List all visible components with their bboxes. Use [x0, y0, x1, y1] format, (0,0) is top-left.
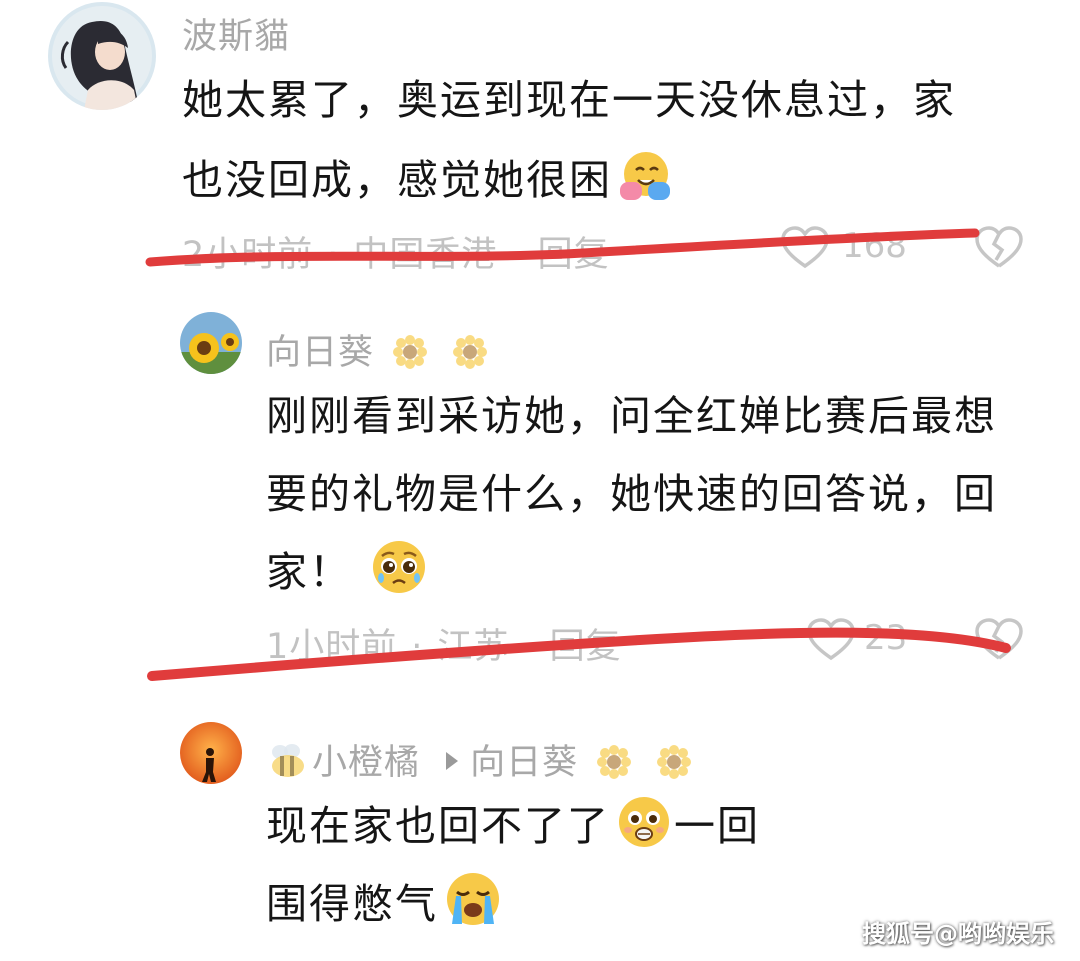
hugging-face-emoji: [616, 148, 672, 230]
comment-text-line: 围得憋气: [266, 864, 502, 954]
avatar-sunflower[interactable]: [180, 312, 242, 374]
dislike-broken-heart-icon[interactable]: [974, 618, 1024, 662]
comment-meta: 1小时前 · 江苏 · 回复: [266, 627, 622, 667]
comment-text-line: 现在家也回不了了 一回: [266, 786, 760, 876]
anxious-face-emoji: [616, 794, 672, 876]
reply-to-username[interactable]: 向日葵: [470, 743, 578, 783]
dislike-broken-heart-icon[interactable]: [974, 226, 1024, 270]
like-button[interactable]: 168: [780, 224, 910, 272]
comment-text-line: 也没回成，感觉她很困: [182, 140, 672, 230]
comment-text-line: 家！: [266, 532, 428, 622]
comment-text: 家！: [266, 548, 352, 596]
avatar-girl[interactable]: [48, 2, 156, 110]
sunflower-emoji: [393, 335, 428, 369]
pleading-face-emoji: [370, 538, 428, 622]
username-line: 向日葵: [266, 324, 488, 375]
comment-time: 2小时前: [182, 235, 314, 275]
comment-location: 中国香港: [353, 235, 498, 275]
sunflower-emoji: [597, 745, 632, 779]
comment-text-line: 刚刚看到采访她，问全红婵比赛后最想: [266, 392, 997, 440]
reply-button[interactable]: 回复: [538, 235, 610, 275]
like-count: 23: [864, 618, 908, 658]
comment-text-line: 她太累了，奥运到现在一天没休息过，家: [182, 76, 956, 124]
comment-meta-partial: [266, 944, 666, 961]
comment-text-tail: 一回: [674, 802, 760, 850]
comment-time: 1小时前: [266, 627, 398, 667]
comment-location: 江苏: [437, 627, 510, 667]
comment-meta: 2小时前 · 中国香港 · 回复: [182, 235, 610, 275]
crying-face-emoji: [444, 870, 502, 954]
like-button[interactable]: 23: [806, 616, 916, 664]
like-count: 168: [842, 226, 907, 266]
reply-button[interactable]: 回复: [550, 627, 622, 667]
bee-emoji: [272, 744, 304, 777]
heart-icon: [807, 618, 855, 661]
comment-text: 围得憋气: [266, 880, 438, 928]
username[interactable]: 小橙橘: [312, 743, 420, 783]
heart-icon: [781, 226, 829, 269]
username-line: 小橙橘 向日葵: [266, 734, 692, 785]
watermark: 搜狐号@哟哟娱乐: [862, 920, 1054, 948]
avatar-sunset-silhouette[interactable]: [180, 722, 242, 784]
sunflower-emoji: [453, 335, 488, 369]
username[interactable]: 向日葵: [266, 333, 374, 373]
username[interactable]: 波斯貓: [182, 8, 290, 59]
comment-text-line: 要的礼物是什么，她快速的回答说，回: [266, 470, 997, 518]
comment-text: 现在家也回不了了: [266, 802, 610, 850]
comment-text: 也没回成，感觉她很困: [182, 156, 612, 204]
sunflower-emoji: [657, 745, 692, 779]
reply-arrow-icon: [446, 752, 459, 770]
